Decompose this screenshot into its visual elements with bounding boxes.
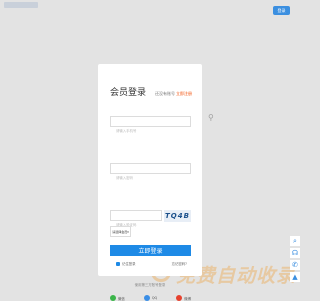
login-button[interactable]: 立即登录 — [110, 245, 191, 256]
remember-checkbox[interactable] — [116, 261, 120, 266]
up-arrow-icon[interactable]: ▲ — [290, 272, 300, 282]
qq-label: QQ — [151, 296, 158, 300]
qq-icon — [143, 295, 150, 301]
location-pin-icon: ⚲ — [208, 113, 214, 122]
remember-login[interactable]: 记住登录 — [116, 261, 136, 266]
username-field[interactable] — [110, 116, 191, 136]
login-panel: 会员登录 还没有账号 立即注册 TQ4B 请选择会员▾ 立即登录 记住登录 忘记… — [98, 64, 202, 301]
panel-header: 会员登录 还没有账号 立即注册 — [110, 85, 196, 98]
username-input[interactable] — [111, 126, 190, 136]
weibo-login[interactable]: 微博 — [176, 295, 191, 301]
password-field[interactable] — [110, 163, 191, 183]
wechat-login[interactable]: 微信 — [110, 295, 125, 301]
search-icon[interactable]: ⌕ — [290, 236, 300, 246]
no-account-text: 还没有账号 — [155, 91, 176, 96]
forgot-password-link[interactable]: 忘记密码? — [172, 261, 187, 266]
captcha-field[interactable] — [110, 210, 162, 230]
weibo-icon — [176, 295, 183, 301]
register-link[interactable]: 立即注册 — [176, 91, 192, 97]
page-title: 会员登录 — [110, 88, 147, 98]
remember-label: 记住登录 — [122, 262, 136, 266]
top-login-button[interactable]: 登录 — [273, 6, 290, 15]
wechat-icon — [110, 295, 116, 301]
side-rail: ⌕ ☊ ✆ ▲ — [290, 236, 300, 284]
third-party-row: 微信 QQ 微博 — [110, 295, 191, 301]
member-type-select[interactable]: 请选择会员▾ — [110, 226, 131, 237]
top-nav-link[interactable] — [4, 2, 38, 8]
password-input[interactable] — [111, 173, 190, 183]
qq-login[interactable]: QQ — [143, 295, 158, 301]
captcha-image[interactable]: TQ4B — [164, 210, 191, 222]
phone-icon[interactable]: ✆ — [290, 260, 300, 270]
third-party-title: 使用第三方账号登录 — [134, 283, 166, 287]
headset-icon[interactable]: ☊ — [290, 248, 300, 258]
